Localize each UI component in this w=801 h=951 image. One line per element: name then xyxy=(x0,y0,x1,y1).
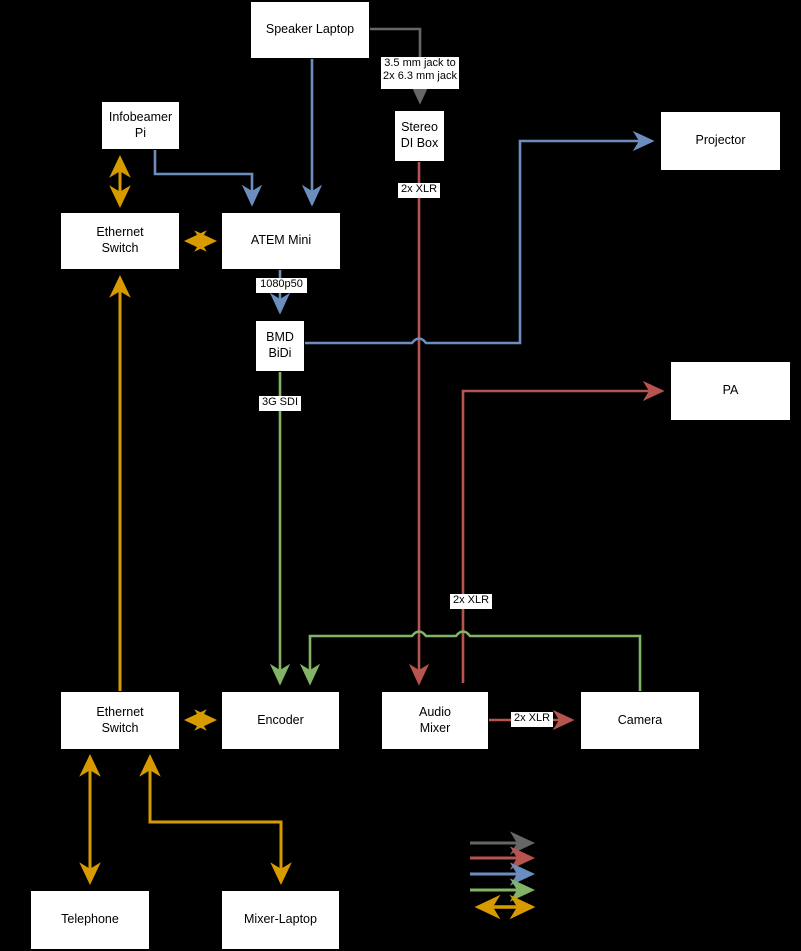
node-pa[interactable]: PA xyxy=(670,361,791,421)
edge-label-1080p50: 1080p50 xyxy=(256,278,307,293)
edge-label-3g-sdi: 3G SDI xyxy=(259,396,301,411)
node-ethernet-switch-top[interactable]: Ethernet Switch xyxy=(60,212,180,270)
node-speaker-laptop[interactable]: Speaker Laptop xyxy=(250,1,370,59)
node-projector[interactable]: Projector xyxy=(660,111,781,171)
diagram-canvas: Speaker Laptop Infobeamer Pi Stereo DI Box… xyxy=(0,0,801,951)
node-ethernet-switch-bottom[interactable]: Ethernet Switch xyxy=(60,691,180,750)
node-bmd-bidi[interactable]: BMD BiDi xyxy=(255,320,305,372)
edge-label-xlr-mixer-camera: 2x XLR xyxy=(511,712,553,727)
node-telephone[interactable]: Telephone xyxy=(30,890,150,950)
edge-label-xlr-mixer-in: 2x XLR xyxy=(450,594,492,609)
node-audio-mixer[interactable]: Audio Mixer xyxy=(381,691,489,750)
node-atem-mini[interactable]: ATEM Mini xyxy=(221,212,341,270)
node-infobeamer-pi[interactable]: Infobeamer Pi xyxy=(101,101,180,150)
node-stereo-di-box[interactable]: Stereo DI Box xyxy=(394,110,445,162)
edge-label-xlr-di-out: 2x XLR xyxy=(398,183,440,198)
node-encoder[interactable]: Encoder xyxy=(221,691,340,750)
node-camera[interactable]: Camera xyxy=(580,691,700,750)
edge-label-jack-adapter: 3.5 mm jack to 2x 6.3 mm jack xyxy=(381,57,459,89)
node-mixer-laptop[interactable]: Mixer-Laptop xyxy=(221,890,340,950)
